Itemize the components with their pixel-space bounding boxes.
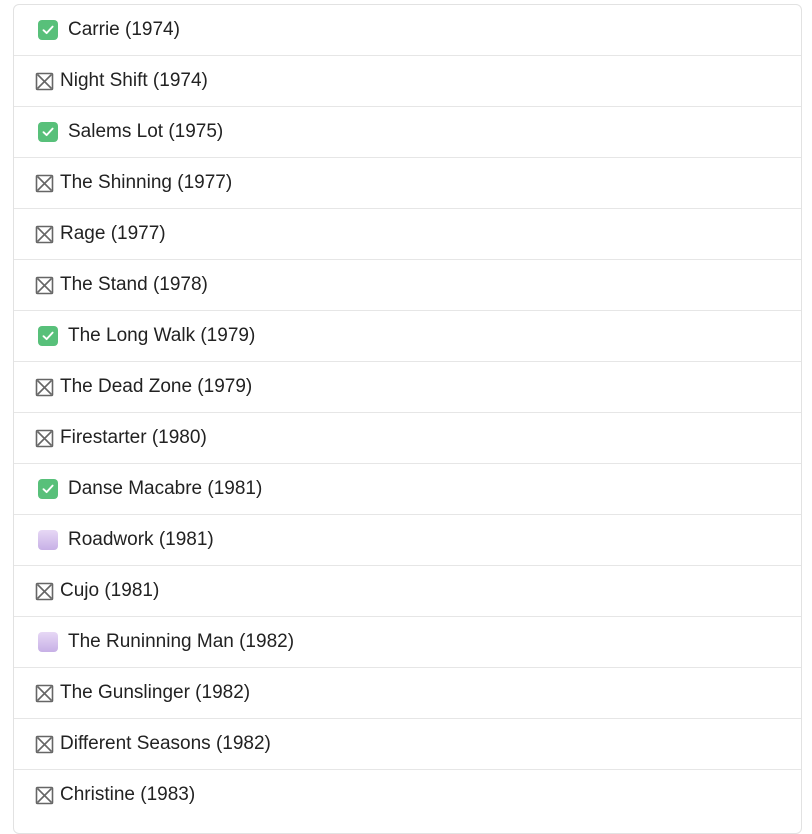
cross-box-icon (35, 735, 54, 754)
list-item[interactable]: Carrie (1974) (14, 5, 801, 55)
list-item[interactable]: The Shinning (1977) (14, 157, 801, 208)
check-mark-icon (38, 479, 58, 499)
book-title: Salems Lot (1975) (68, 121, 224, 142)
book-title: The Long Walk (1979) (68, 325, 256, 346)
check-mark-icon (38, 122, 58, 142)
cross-box-icon (35, 684, 54, 703)
list-item[interactable]: The Long Walk (1979) (14, 310, 801, 361)
cross-box-icon (35, 72, 54, 91)
book-title: The Shinning (1977) (60, 172, 233, 193)
purple-square-icon (38, 632, 58, 652)
book-title: Firestarter (1980) (60, 427, 207, 448)
book-title: The Stand (1978) (60, 274, 208, 295)
book-title: Night Shift (1974) (60, 70, 208, 91)
cross-box-icon (35, 378, 54, 397)
book-checklist: Carrie (1974) Night Shift (1974) Salems Lo… (13, 4, 802, 834)
list-item[interactable]: Christine (1983) (14, 769, 801, 820)
list-item[interactable]: Salems Lot (1975) (14, 106, 801, 157)
book-title: Different Seasons (1982) (60, 733, 271, 754)
cross-box-icon (35, 582, 54, 601)
purple-square-icon (38, 530, 58, 550)
cross-box-icon (35, 174, 54, 193)
list-item[interactable]: The Gunslinger (1982) (14, 667, 801, 718)
book-title: Christine (1983) (60, 784, 196, 805)
list-item[interactable]: Night Shift (1974) (14, 55, 801, 106)
book-title: The Runinning Man (1982) (68, 631, 295, 652)
list-item[interactable]: Danse Macabre (1981) (14, 463, 801, 514)
check-mark-icon (38, 20, 58, 40)
cross-box-icon (35, 276, 54, 295)
book-title: Rage (1977) (60, 223, 166, 244)
book-title: The Gunslinger (1982) (60, 682, 251, 703)
cross-box-icon (35, 225, 54, 244)
cross-box-icon (35, 786, 54, 805)
list-item[interactable]: Roadwork (1981) (14, 514, 801, 565)
list-item[interactable]: Cujo (1981) (14, 565, 801, 616)
list-item[interactable]: The Stand (1978) (14, 259, 801, 310)
list-item[interactable]: The Runinning Man (1982) (14, 616, 801, 667)
book-title: Roadwork (1981) (68, 529, 214, 550)
list-item[interactable]: The Dead Zone (1979) (14, 361, 801, 412)
list-item[interactable]: Different Seasons (1982) (14, 718, 801, 769)
book-title: Carrie (1974) (68, 19, 180, 40)
check-mark-icon (38, 326, 58, 346)
book-title: The Dead Zone (1979) (60, 376, 253, 397)
list-item[interactable]: Rage (1977) (14, 208, 801, 259)
list-item[interactable]: Firestarter (1980) (14, 412, 801, 463)
book-title: Danse Macabre (1981) (68, 478, 263, 499)
cross-box-icon (35, 429, 54, 448)
book-title: Cujo (1981) (60, 580, 160, 601)
